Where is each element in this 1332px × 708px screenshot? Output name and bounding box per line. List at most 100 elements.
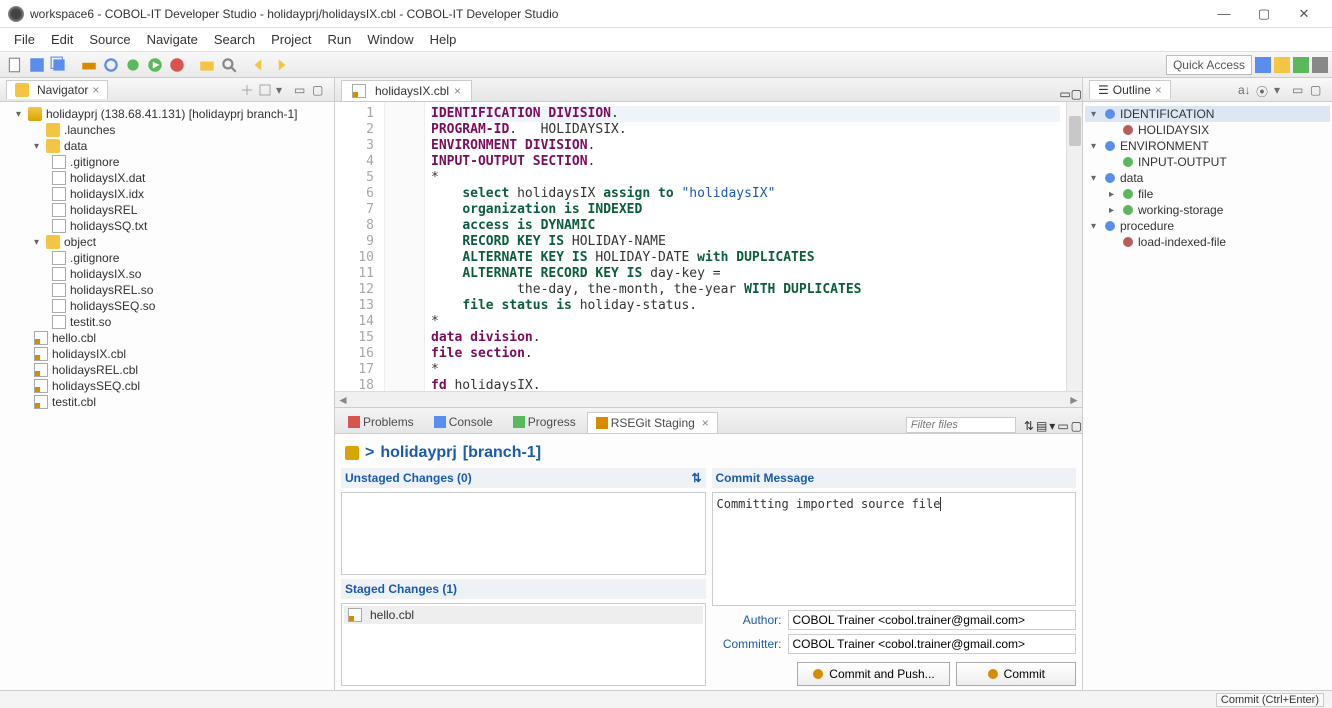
outline-item[interactable]: load-indexed-file [1085, 234, 1330, 250]
outline-menu-icon[interactable]: ▾ [1274, 83, 1288, 97]
tree-project[interactable]: ▾holidayprj (138.68.41.131) [holidayprj … [2, 106, 332, 122]
tree-file[interactable]: testit.so [2, 314, 332, 330]
sort-icon[interactable]: ⇅ [691, 471, 701, 485]
new-icon[interactable] [6, 56, 24, 74]
outline-tree[interactable]: ▾ IDENTIFICATION HOLIDAYSIX▾ ENVIRONMENT… [1083, 102, 1332, 690]
tree-file-cbl[interactable]: holidaysSEQ.cbl [2, 378, 332, 394]
minimize-button[interactable]: — [1204, 0, 1244, 28]
tree-file[interactable]: holidaysIX.dat [2, 170, 332, 186]
minimize-bottom-icon[interactable]: ▭ [1057, 419, 1068, 433]
tree-file[interactable]: holidaysIX.so [2, 266, 332, 282]
author-input[interactable] [788, 610, 1077, 630]
tree-file[interactable]: holidaysIX.idx [2, 186, 332, 202]
committer-input[interactable] [788, 634, 1077, 654]
tab-columns-icon[interactable]: ▤ [1036, 419, 1047, 433]
tree-folder-object[interactable]: ▾object [2, 234, 332, 250]
tree-file-cbl[interactable]: testit.cbl [2, 394, 332, 410]
maximize-outline-icon[interactable]: ▢ [1310, 83, 1324, 97]
navigator-tree[interactable]: ▾holidayprj (138.68.41.131) [holidayprj … [0, 102, 334, 690]
tab-sort-icon[interactable]: ⇅ [1024, 419, 1034, 433]
minimize-view-icon[interactable]: ▭ [294, 83, 308, 97]
tree-file-cbl[interactable]: holidaysIX.cbl [2, 346, 332, 362]
folder-icon[interactable] [198, 56, 216, 74]
outline-item[interactable]: ▸ working-storage [1085, 202, 1330, 218]
tab-menu-icon[interactable]: ▾ [1049, 419, 1055, 433]
unstaged-list[interactable] [341, 492, 706, 575]
tab-rsegit-staging[interactable]: RSEGit Staging× [587, 412, 718, 433]
editor-tab[interactable]: holidaysIX.cbl × [341, 80, 472, 101]
tree-file[interactable]: holidaysREL.so [2, 282, 332, 298]
perspective-cobol-icon[interactable] [1255, 57, 1271, 73]
close-tab-icon[interactable]: × [92, 83, 99, 97]
gear-icon[interactable] [102, 56, 120, 74]
menu-navigate[interactable]: Navigate [139, 32, 206, 47]
tab-progress[interactable]: Progress [504, 411, 585, 433]
outline-tab[interactable]: ☰ Outline × [1089, 80, 1171, 99]
menu-search[interactable]: Search [206, 32, 263, 47]
view-menu-icon[interactable]: ▾ [276, 83, 290, 97]
perspective-debug-icon[interactable] [1274, 57, 1290, 73]
run-ext-icon[interactable] [168, 56, 186, 74]
tree-file[interactable]: .gitignore [2, 250, 332, 266]
collapse-all-icon[interactable] [258, 83, 272, 97]
perspective-git-icon[interactable] [1293, 57, 1309, 73]
perspective-other-icon[interactable] [1312, 57, 1328, 73]
focus-icon[interactable]: ⦿ [1256, 83, 1270, 97]
menu-project[interactable]: Project [263, 32, 319, 47]
menu-window[interactable]: Window [359, 32, 421, 47]
tree-file[interactable]: holidaysSQ.txt [2, 218, 332, 234]
staged-file-row[interactable]: hello.cbl [344, 606, 703, 624]
outline-item[interactable]: ▾ data [1085, 170, 1330, 186]
outline-item[interactable]: ▾ ENVIRONMENT [1085, 138, 1330, 154]
tree-file[interactable]: .gitignore [2, 154, 332, 170]
maximize-button[interactable]: ▢ [1244, 0, 1284, 28]
search-icon[interactable] [220, 56, 238, 74]
minimize-editor-icon[interactable]: ▭ [1059, 87, 1070, 101]
outline-item[interactable]: HOLIDAYSIX [1085, 122, 1330, 138]
tab-console[interactable]: Console [425, 411, 502, 433]
tree-folder-data[interactable]: ▾data [2, 138, 332, 154]
commit-message-input[interactable]: Committing imported source file [712, 492, 1077, 606]
tree-file-cbl[interactable]: hello.cbl [2, 330, 332, 346]
build-icon[interactable] [80, 56, 98, 74]
outline-item[interactable]: ▸ file [1085, 186, 1330, 202]
navigator-tab[interactable]: Navigator × [6, 80, 108, 99]
forward-icon[interactable] [272, 56, 290, 74]
menu-run[interactable]: Run [320, 32, 360, 47]
menu-help[interactable]: Help [422, 32, 465, 47]
close-editor-icon[interactable]: × [454, 84, 461, 98]
outline-item[interactable]: ▾ procedure [1085, 218, 1330, 234]
tree-file-cbl[interactable]: holidaysREL.cbl [2, 362, 332, 378]
link-editor-icon[interactable] [240, 83, 254, 97]
horizontal-scrollbar[interactable]: ◄► [335, 391, 1082, 407]
save-all-icon[interactable] [50, 56, 68, 74]
tree-file[interactable]: holidaysREL [2, 202, 332, 218]
tree-folder-launches[interactable]: .launches [2, 122, 332, 138]
filter-files-input[interactable] [906, 417, 1016, 433]
outline-item[interactable]: INPUT-OUTPUT [1085, 154, 1330, 170]
run-icon[interactable] [146, 56, 164, 74]
debug-icon[interactable] [124, 56, 142, 74]
close-button[interactable]: ✕ [1284, 0, 1324, 28]
staged-list[interactable]: hello.cbl [341, 603, 706, 686]
maximize-editor-icon[interactable]: ▢ [1071, 87, 1082, 101]
vertical-scrollbar[interactable] [1066, 102, 1082, 391]
save-icon[interactable] [28, 56, 46, 74]
maximize-bottom-icon[interactable]: ▢ [1071, 419, 1082, 433]
code-editor[interactable]: 123456789101112131415161718 IDENTIFICATI… [335, 102, 1082, 391]
maximize-view-icon[interactable]: ▢ [312, 83, 326, 97]
commit-and-push-button[interactable]: Commit and Push... [797, 662, 949, 686]
menu-source[interactable]: Source [81, 32, 138, 47]
tab-problems[interactable]: Problems [339, 411, 423, 433]
tree-file[interactable]: holidaysSEQ.so [2, 298, 332, 314]
outline-item[interactable]: ▾ IDENTIFICATION [1085, 106, 1330, 122]
commit-button[interactable]: Commit [956, 662, 1076, 686]
menu-edit[interactable]: Edit [43, 32, 81, 47]
code-content[interactable]: IDENTIFICATION DIVISION.PROGRAM-ID. HOLI… [425, 102, 1066, 391]
sort-outline-icon[interactable]: a↓ [1238, 83, 1252, 97]
quick-access[interactable]: Quick Access [1166, 55, 1252, 75]
menu-file[interactable]: File [6, 32, 43, 47]
back-icon[interactable] [250, 56, 268, 74]
minimize-outline-icon[interactable]: ▭ [1292, 83, 1306, 97]
close-outline-icon[interactable]: × [1155, 83, 1162, 97]
